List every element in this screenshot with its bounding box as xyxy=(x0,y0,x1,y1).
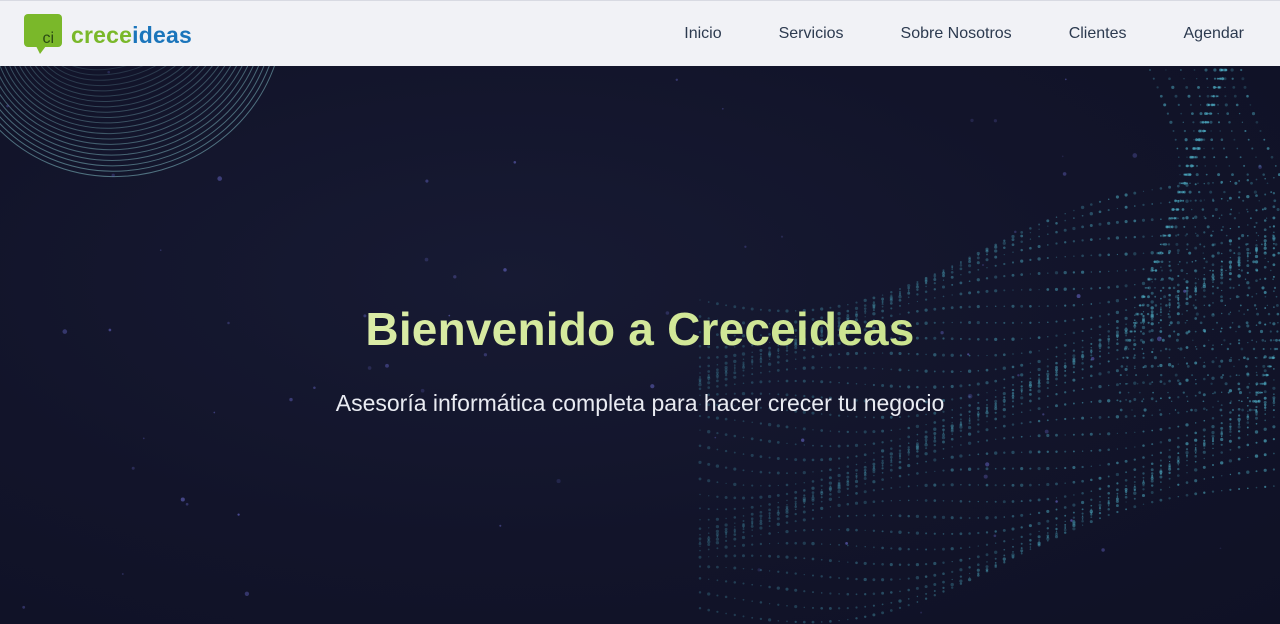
main-nav: Inicio Servicios Sobre Nosotros Clientes… xyxy=(627,1,1244,67)
logo-mark-text: ci xyxy=(42,30,54,47)
brand-name-part2: ideas xyxy=(132,22,192,48)
hero-subtitle: Asesoría informática completa para hacer… xyxy=(335,390,945,416)
hero-title: Bienvenido a Creceideas xyxy=(0,304,1280,355)
nav-item-clientes[interactable]: Clientes xyxy=(1069,25,1127,43)
brand-name: creceideas xyxy=(71,24,192,47)
page: ci creceideas Inicio Servicios Sobre Nos… xyxy=(0,0,1280,624)
brand-name-part1: crece xyxy=(71,22,133,48)
site-header: ci creceideas Inicio Servicios Sobre Nos… xyxy=(0,0,1280,66)
nav-item-agendar[interactable]: Agendar xyxy=(1184,25,1245,43)
brand-logo[interactable]: ci creceideas xyxy=(24,13,192,54)
hero-section: Bienvenido a Creceideas Asesoría informá… xyxy=(0,66,1280,624)
nav-item-sobre-nosotros[interactable]: Sobre Nosotros xyxy=(901,25,1012,43)
nav-item-inicio[interactable]: Inicio xyxy=(684,25,721,43)
nav-item-servicios[interactable]: Servicios xyxy=(779,25,844,43)
logo-speech-bubble-icon: ci xyxy=(24,14,62,54)
